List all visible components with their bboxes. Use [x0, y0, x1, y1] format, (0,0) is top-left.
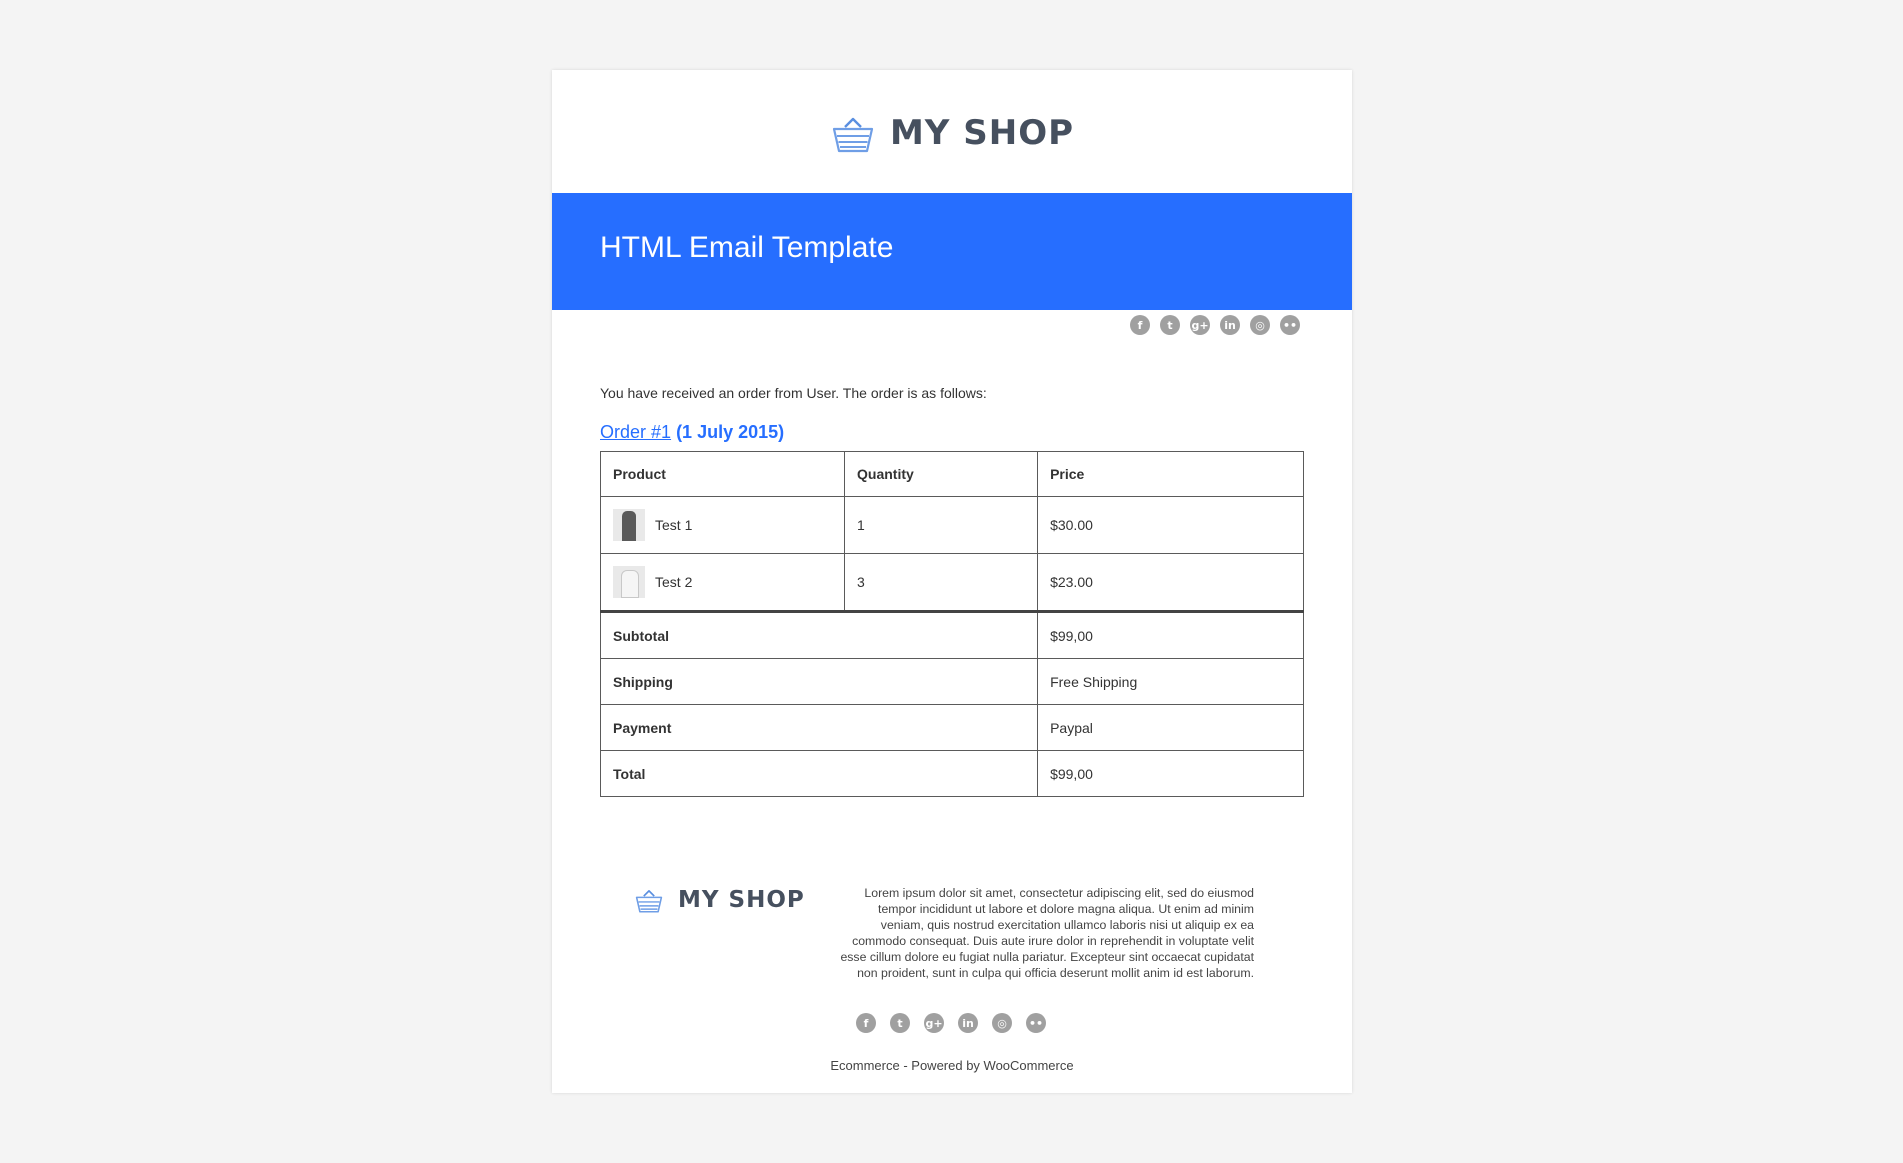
shipping-label: Shipping: [599, 658, 1039, 705]
intro-text: You have received an order from User. Th…: [600, 385, 987, 401]
banner-title: HTML Email Template: [600, 231, 894, 264]
order-heading: Order #1 (1 July 2015): [600, 422, 784, 443]
column-header-product: Product: [599, 451, 846, 497]
footer-logo[interactable]: MY SHOP: [634, 885, 805, 915]
subtotal-label: Subtotal: [599, 610, 1039, 659]
linkedin-icon[interactable]: in: [958, 1013, 978, 1033]
column-header-price: Price: [1037, 451, 1304, 497]
order-table: Product Quantity Price Test 1 1 $30.00 T…: [599, 451, 1304, 797]
title-banner: HTML Email Template: [552, 193, 1352, 310]
footer-description: Lorem ipsum dolor sit amet, consectetur …: [840, 886, 1254, 980]
price-cell: $23.00: [1037, 553, 1304, 612]
subtotal-value: $99,00: [1037, 610, 1304, 659]
quantity-cell: 1: [844, 496, 1039, 554]
facebook-icon[interactable]: f: [1130, 315, 1150, 335]
product-name: Test 2: [655, 574, 693, 590]
flickr-icon[interactable]: ••: [1280, 315, 1300, 335]
subtotal-row: Subtotal $99,00: [599, 610, 1304, 659]
shirt-thumbnail: [613, 566, 645, 598]
price-cell: $30.00: [1037, 496, 1304, 554]
shipping-row: Shipping Free Shipping: [599, 658, 1304, 705]
google-plus-icon[interactable]: g+: [1190, 315, 1210, 335]
flickr-icon[interactable]: ••: [1026, 1013, 1046, 1033]
linkedin-icon[interactable]: in: [1220, 315, 1240, 335]
total-row: Total $99,00: [599, 750, 1304, 797]
social-links-top: f t g+ in ◎ ••: [1120, 315, 1300, 335]
basket-icon: [832, 117, 874, 153]
social-links-bottom: f t g+ in ◎ ••: [856, 1013, 1060, 1033]
product-cell: Test 2: [599, 553, 846, 612]
basket-icon: [635, 890, 663, 913]
quantity-cell: 3: [844, 553, 1039, 612]
footer-brand-name: MY SHOP: [678, 887, 805, 913]
brand-name: MY SHOP: [889, 113, 1075, 153]
table-header-row: Product Quantity Price: [599, 451, 1304, 497]
product-cell: Test 1: [599, 496, 846, 554]
instagram-icon[interactable]: ◎: [992, 1013, 1012, 1033]
table-row: Test 2 3 $23.00: [599, 553, 1304, 612]
total-value: $99,00: [1037, 750, 1304, 797]
column-header-quantity: Quantity: [844, 451, 1039, 497]
payment-label: Payment: [599, 704, 1039, 751]
facebook-icon[interactable]: f: [856, 1013, 876, 1033]
instagram-icon[interactable]: ◎: [1250, 315, 1270, 335]
twitter-icon[interactable]: t: [1160, 315, 1180, 335]
order-link[interactable]: Order #1: [600, 422, 671, 442]
product-name: Test 1: [655, 517, 693, 533]
email-card: MY SHOP HTML Email Template f t g+ in ◎ …: [552, 70, 1352, 1093]
payment-value: Paypal: [1037, 704, 1304, 751]
google-plus-icon[interactable]: g+: [924, 1013, 944, 1033]
powered-by-text: Ecommerce - Powered by WooCommerce: [830, 1058, 1074, 1073]
table-row: Test 1 1 $30.00: [599, 496, 1304, 554]
shipping-value: Free Shipping: [1037, 658, 1304, 705]
total-label: Total: [599, 750, 1039, 797]
twitter-icon[interactable]: t: [890, 1013, 910, 1033]
order-date: (1 July 2015): [676, 422, 785, 442]
coat-thumbnail: [613, 509, 645, 541]
payment-row: Payment Paypal: [599, 704, 1304, 751]
header-logo[interactable]: MY SHOP: [552, 108, 1352, 158]
